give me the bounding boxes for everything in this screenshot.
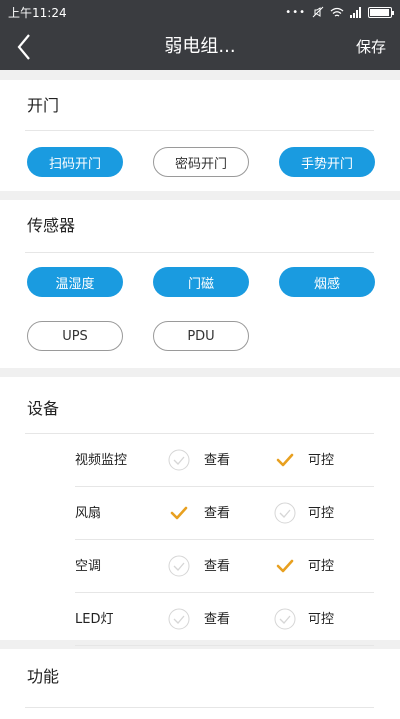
unchecked-circle-icon [168,555,190,577]
control-checkbox[interactable] [274,449,296,471]
app-header: 弱电组... 保存 [0,24,400,70]
door-button-row: 扫码开门 密码开门 手势开门 [0,147,400,177]
view-checkbox[interactable] [168,502,190,524]
save-button[interactable]: 保存 [356,24,386,70]
control-label: 可控 [308,612,335,627]
settings-content: 开门 扫码开门 密码开门 手势开门 传感器 温湿度 门磁 烟感 UPS PDU … [0,70,400,719]
device-row-ac: 空调 查看 可控 [0,540,400,593]
view-label: 查看 [204,506,231,521]
unchecked-circle-icon [168,608,190,630]
door-option-gesture[interactable]: 手势开门 [279,147,375,177]
sensor-option-pdu[interactable]: PDU [153,321,249,351]
control-label: 可控 [308,559,335,574]
device-row-led: LED灯 查看 可控 [0,593,400,646]
status-time: 上午11:24 [8,5,67,20]
view-label: 查看 [204,559,231,574]
spacer [0,368,400,377]
mute-icon [312,6,324,18]
device-name: 空调 [75,559,102,574]
sensor-section-title: 传感器 [27,216,76,235]
sensor-section: 传感器 温湿度 门磁 烟感 UPS PDU [0,200,400,368]
wifi-icon [330,7,344,17]
status-icons: ••• [285,6,394,18]
page-title: 弱电组... [164,36,236,57]
checkmark-icon [276,453,294,467]
sensor-button-row-2: UPS PDU [0,321,400,351]
sensor-button-row-1: 温湿度 门磁 烟感 [0,267,400,297]
sensor-option-smoke[interactable]: 烟感 [279,267,375,297]
control-label: 可控 [308,453,335,468]
sensor-option-temp-humidity[interactable]: 温湿度 [27,267,123,297]
view-checkbox[interactable] [168,449,190,471]
device-name: LED灯 [75,612,114,627]
sensor-option-door-magnet[interactable]: 门磁 [153,267,249,297]
battery-icon [368,6,394,18]
row-divider [75,645,374,646]
device-name: 风扇 [75,506,102,521]
door-section: 开门 扫码开门 密码开门 手势开门 [0,80,400,191]
unchecked-circle-icon [168,449,190,471]
door-section-title: 开门 [27,96,60,115]
checkmark-icon [170,506,188,520]
control-checkbox[interactable] [274,555,296,577]
function-section: 功能 [0,649,400,719]
control-checkbox[interactable] [274,608,296,630]
status-bar: 上午11:24 ••• [0,0,400,24]
door-option-scan[interactable]: 扫码开门 [27,147,123,177]
device-section: 设备 视频监控 查看 可控 风扇 查看 可控 空调 查看 可控 LED灯 查看 … [0,377,400,646]
checkmark-icon [276,559,294,573]
more-notifications-icon: ••• [285,6,306,18]
device-name: 视频监控 [75,453,128,468]
unchecked-circle-icon [274,502,296,524]
unchecked-circle-icon [274,608,296,630]
spacer [0,70,400,80]
divider [25,252,374,253]
door-option-password[interactable]: 密码开门 [153,147,249,177]
device-section-title: 设备 [27,399,60,418]
battery-level [370,8,389,16]
view-checkbox[interactable] [168,555,190,577]
device-row-fan: 风扇 查看 可控 [0,487,400,540]
control-label: 可控 [308,506,335,521]
control-checkbox[interactable] [274,502,296,524]
view-label: 查看 [204,453,231,468]
function-section-title: 功能 [27,667,60,686]
signal-icon [350,6,361,18]
spacer [0,191,400,200]
device-row-video: 视频监控 查看 可控 [0,434,400,487]
view-label: 查看 [204,612,231,627]
sensor-option-ups[interactable]: UPS [27,321,123,351]
view-checkbox[interactable] [168,608,190,630]
divider [25,130,374,131]
divider [25,707,374,708]
